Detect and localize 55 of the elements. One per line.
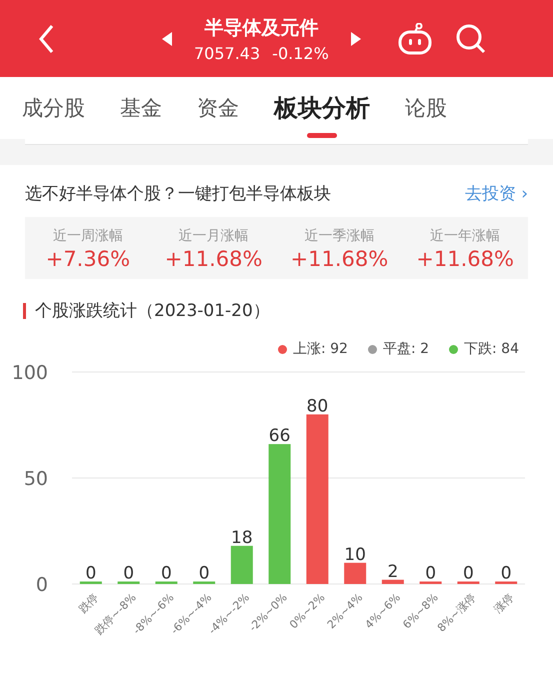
stat-label: 近一月涨幅 bbox=[178, 227, 249, 245]
bar-value-label: 80 bbox=[306, 396, 328, 416]
stat-label: 近一年涨幅 bbox=[430, 227, 500, 245]
bar bbox=[155, 582, 178, 584]
bar-value-label: 10 bbox=[344, 544, 366, 565]
bar-value-label: 0 bbox=[123, 564, 134, 584]
bar bbox=[118, 582, 140, 584]
index-change: -0.12% bbox=[272, 44, 329, 62]
next-icon[interactable] bbox=[350, 32, 361, 46]
index-title: 半导体及元件 bbox=[204, 16, 318, 40]
legend-label: 上涨: 92 bbox=[292, 340, 348, 358]
bar-value-label: 0 bbox=[425, 564, 436, 584]
bar bbox=[495, 582, 518, 584]
back-icon[interactable] bbox=[38, 24, 54, 54]
previous-icon[interactable] bbox=[162, 32, 172, 46]
stat-label: 近一周涨幅 bbox=[52, 227, 123, 245]
y-tick-label: 0 bbox=[36, 574, 48, 596]
x-axis-label: 涨停 bbox=[492, 590, 516, 616]
y-tick-label: 100 bbox=[12, 362, 48, 384]
stat-value: +7.36% bbox=[46, 247, 130, 271]
section-marker bbox=[23, 302, 26, 318]
bar-value-label: 18 bbox=[231, 528, 253, 548]
bar bbox=[193, 582, 216, 584]
bar-value-label: 2 bbox=[387, 562, 398, 582]
tab[interactable]: 板块分析 bbox=[274, 77, 370, 139]
bar bbox=[420, 582, 442, 584]
stat-value: +11.68% bbox=[290, 247, 388, 271]
bar bbox=[80, 582, 102, 584]
bar-value-label: 0 bbox=[160, 564, 172, 584]
legend-label: 平盘: 2 bbox=[382, 340, 430, 358]
bar-value-label: 0 bbox=[500, 564, 512, 584]
stat-value: +11.68% bbox=[164, 247, 262, 271]
bar-value-label: 0 bbox=[462, 564, 474, 584]
tab-indicator bbox=[307, 133, 337, 138]
bar-value-label: 0 bbox=[198, 564, 210, 584]
chart-title: 个股涨跌统计（2023-01-20） bbox=[35, 300, 270, 322]
index-price: 7057.43 bbox=[194, 44, 260, 62]
stat-label: 近一季涨幅 bbox=[304, 227, 374, 245]
bar-value-label: 0 bbox=[85, 564, 96, 584]
tab[interactable]: 基金 bbox=[120, 77, 162, 139]
bar bbox=[230, 546, 253, 584]
tab[interactable]: 资金 bbox=[197, 77, 239, 139]
legend-label: 下跌: 84 bbox=[464, 340, 519, 358]
search-icon[interactable] bbox=[454, 22, 487, 54]
bar-value-label: 66 bbox=[268, 426, 290, 446]
stat-value: +11.68% bbox=[416, 247, 514, 271]
x-axis-label: 跌停 bbox=[76, 590, 101, 616]
tab[interactable]: 论股 bbox=[405, 77, 447, 139]
bar bbox=[457, 582, 480, 584]
y-tick-label: 50 bbox=[24, 468, 48, 490]
bar bbox=[382, 580, 404, 584]
promo-text: 选不好半导体个股？一键打包半导体板块 bbox=[25, 183, 331, 205]
tab[interactable]: 成分股 bbox=[22, 77, 85, 139]
robot-icon[interactable] bbox=[396, 22, 433, 54]
bar bbox=[344, 562, 366, 584]
